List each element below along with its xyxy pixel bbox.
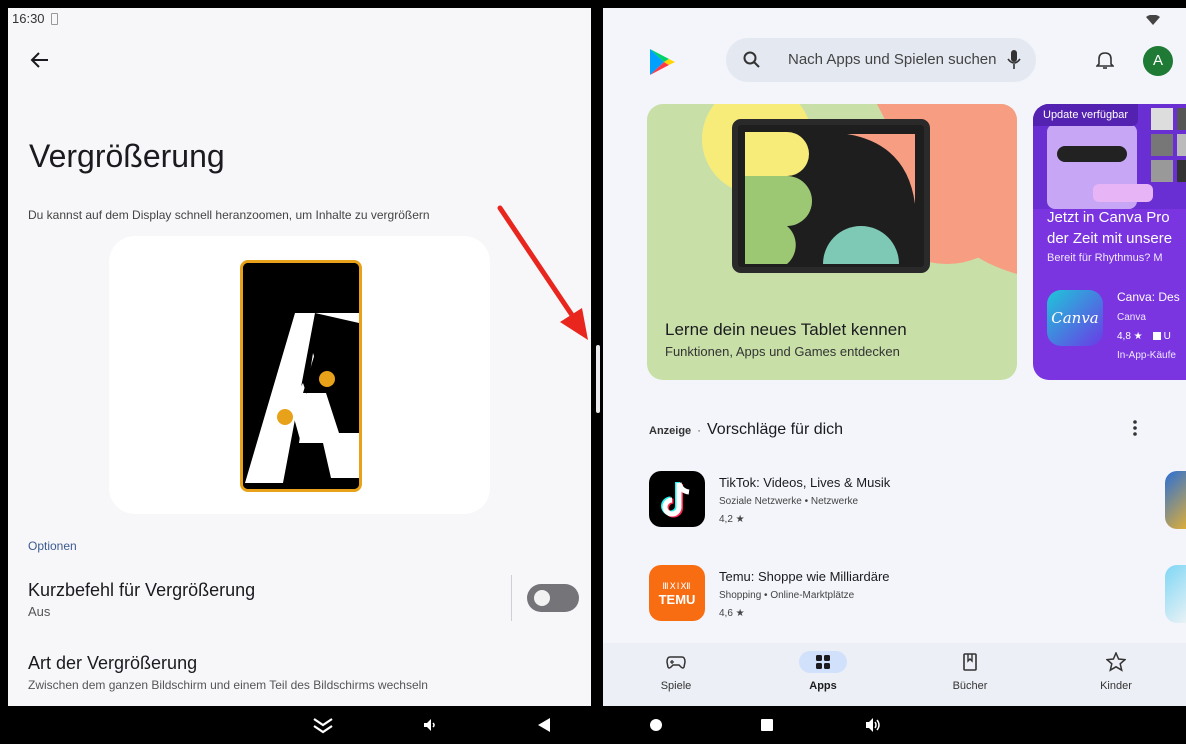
app-category: Shopping • Online-Marktplätze (719, 590, 855, 601)
banner-subtitle: Funktionen, Apps und Games entdecken (665, 344, 900, 359)
split-screen-divider-handle[interactable] (596, 345, 600, 413)
account-avatar[interactable]: A (1143, 46, 1173, 76)
nav-tab-books[interactable]: Bücher (920, 643, 1020, 706)
magnification-illustration (109, 236, 490, 514)
canva-in-app-purchases: In-App-Käufe (1117, 350, 1176, 361)
back-nav-icon[interactable] (532, 706, 556, 744)
ad-label: Anzeige · (649, 425, 701, 437)
app-list-item[interactable]: TikTok: Videos, Lives & Musik Soziale Ne… (649, 471, 1129, 531)
play-store-pane: Nach Apps und Spielen suchen A Lerne dei… (603, 8, 1186, 706)
phone-illustration (240, 260, 362, 492)
section-label-options: Optionen (28, 539, 77, 553)
clock: 16:30 (12, 11, 45, 26)
app-name: TikTok: Videos, Lives & Musik (719, 475, 891, 490)
notifications-bell-icon[interactable] (1095, 50, 1115, 75)
status-bar: 16:30 (8, 8, 591, 30)
magnification-type-title: Art der Vergrößerung (28, 653, 198, 673)
volume-down-icon[interactable] (418, 706, 442, 744)
update-available-badge: Update verfügbar (1033, 104, 1138, 126)
page-description: Du kannst auf dem Display schnell heranz… (28, 208, 430, 222)
content-rating-badge-icon (1152, 332, 1161, 340)
nav-tab-kids[interactable]: Kinder (1066, 643, 1166, 706)
star-icon (1092, 651, 1140, 673)
temu-icon-glyphs: ⅢⅩⅠⅫ (662, 581, 692, 591)
nav-label: Spiele (660, 680, 692, 692)
canva-rating-value: 4,8 ★ (1117, 331, 1143, 342)
back-arrow-icon[interactable] (28, 48, 52, 72)
hide-keyboard-chevron-icon[interactable] (308, 706, 338, 744)
home-nav-icon[interactable] (644, 706, 668, 744)
app-name: Temu: Shoppe wie Milliardäre (719, 569, 890, 584)
page-title: Vergrößerung (29, 138, 225, 174)
canva-app-icon: Canva (1047, 290, 1103, 346)
nav-label: Bücher (952, 680, 988, 692)
ad-label-text: Anzeige (649, 425, 692, 437)
nav-label: Kinder (1100, 680, 1132, 692)
magnification-type-subtitle: Zwischen dem ganzen Bildschirm und einem… (28, 678, 428, 692)
shortcut-toggle[interactable] (527, 584, 579, 612)
gamepad-icon (652, 651, 700, 673)
app-category: Soziale Netzwerke • Netzwerke (719, 496, 859, 507)
tiktok-icon (649, 471, 705, 527)
canva-app-name: Canva: Des (1117, 290, 1180, 304)
canva-headline-2: der Zeit mit unsere (1047, 230, 1173, 247)
microphone-icon[interactable] (1006, 49, 1022, 76)
bookmark-icon (946, 651, 994, 673)
system-navigation-bar (0, 706, 1186, 744)
featured-banner-canva[interactable]: Update verfügbar Jetzt in Canva Pro der … (1033, 104, 1186, 380)
volume-up-icon[interactable] (862, 706, 886, 744)
annotation-arrow (497, 205, 588, 340)
apps-grid-icon (799, 651, 847, 673)
wifi-icon (1146, 12, 1160, 30)
canva-subline: Bereit für Rhythmus? M (1047, 252, 1163, 264)
divider (511, 575, 512, 621)
content-rating-badge-text: U (1163, 331, 1171, 342)
featured-banner-tablet[interactable]: Lerne dein neues Tablet kennen Funktione… (647, 104, 1017, 380)
banner-title: Lerne dein neues Tablet kennen (665, 320, 907, 339)
nav-tab-games[interactable]: Spiele (626, 643, 726, 706)
section-title: Vorschläge für dich (707, 421, 844, 438)
search-icon (742, 50, 762, 75)
nav-tab-apps[interactable]: Apps (773, 643, 873, 706)
more-options-icon[interactable] (1132, 419, 1138, 442)
google-play-logo[interactable] (649, 48, 675, 81)
app-list-item[interactable]: ⅢⅩⅠⅫ TEMU Temu: Shoppe wie Milliardäre S… (649, 565, 1129, 625)
search-bar[interactable]: Nach Apps und Spielen suchen (726, 38, 1036, 82)
shortcut-state: Aus (28, 604, 51, 619)
search-placeholder: Nach Apps und Spielen suchen (788, 51, 997, 68)
temu-icon-text: TEMU (658, 592, 696, 607)
ad-separator-dot: · (697, 425, 701, 437)
recents-nav-icon[interactable] (755, 706, 779, 744)
nav-label: Apps (809, 680, 837, 692)
temu-icon: ⅢⅩⅠⅫ TEMU (649, 565, 705, 621)
next-app-icon-peek[interactable] (1165, 471, 1186, 529)
bottom-navigation: Spiele Apps Bücher Kinder (603, 643, 1186, 706)
toggle-knob (534, 590, 550, 606)
app-rating: 4,6 ★ (719, 608, 745, 619)
app-rating: 4,2 ★ (719, 514, 745, 525)
next-app-icon-peek[interactable] (1165, 565, 1186, 623)
content-rating-badge: U (1152, 331, 1171, 342)
canva-headline-1: Jetzt in Canva Pro (1047, 209, 1170, 226)
battery-icon (50, 13, 58, 25)
settings-pane: 16:30 Vergrößerung Du kannst auf dem Dis… (8, 8, 591, 706)
shortcut-title: Kurzbefehl für Vergrößerung (28, 580, 256, 600)
canva-rating: 4,8 ★ U (1117, 331, 1171, 342)
canva-developer: Canva (1117, 312, 1146, 323)
